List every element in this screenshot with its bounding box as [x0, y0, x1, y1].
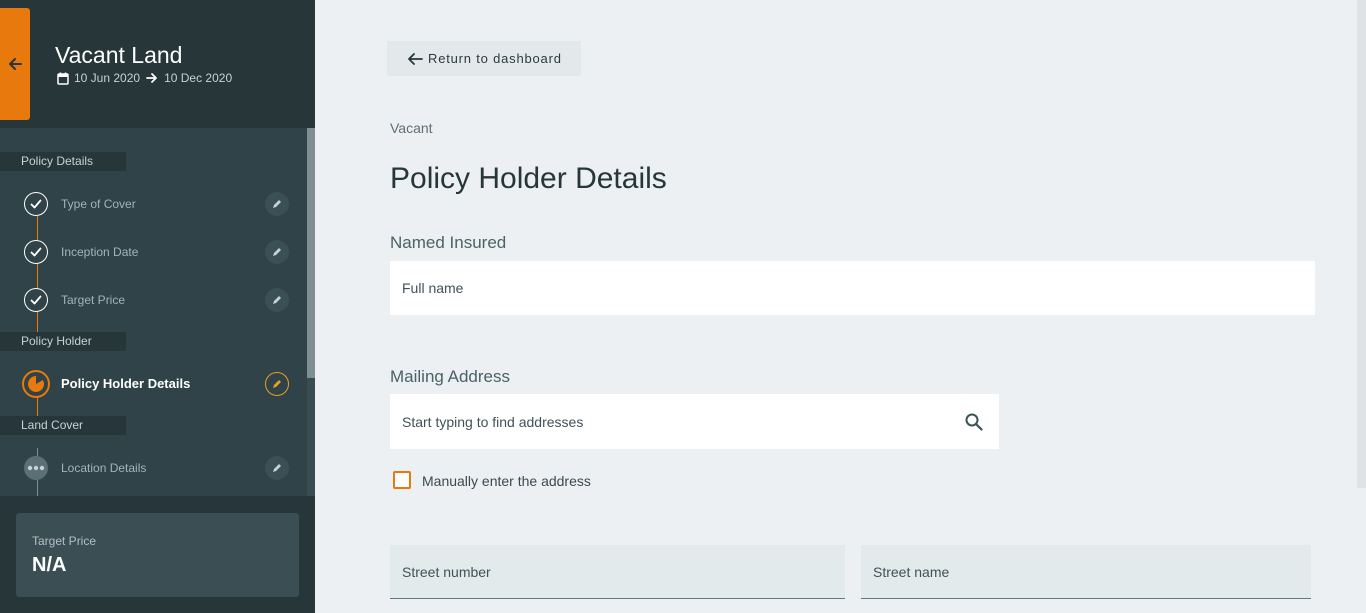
street-name-field[interactable]: Street name — [861, 545, 1311, 599]
sidebar-summary: Target Price N/A — [0, 496, 315, 613]
target-price-card: Target Price N/A — [16, 513, 299, 597]
target-price-label: Target Price — [32, 534, 97, 548]
street-number-placeholder: Street number — [402, 563, 491, 580]
address-search-placeholder: Start typing to find addresses — [402, 413, 584, 430]
return-label: Return to dashboard — [428, 51, 562, 66]
check-icon — [24, 240, 48, 264]
pencil-icon[interactable] — [265, 240, 289, 264]
arrow-right-icon — [146, 73, 157, 83]
page-title: Policy Holder Details — [390, 162, 667, 195]
street-number-field[interactable]: Street number — [390, 545, 845, 599]
sidebar: Vacant Land 10 Jun 2020 10 Dec 2020 Poli… — [0, 0, 315, 613]
date-end: 10 Dec 2020 — [164, 71, 233, 85]
step-target-price[interactable]: Target Price — [0, 285, 307, 315]
date-start: 10 Jun 2020 — [74, 71, 141, 85]
policy-dates: 10 Jun 2020 10 Dec 2020 — [57, 71, 232, 85]
arrow-left-icon — [9, 58, 22, 70]
full-name-placeholder: Full name — [402, 280, 464, 296]
pencil-icon[interactable] — [265, 288, 289, 312]
pencil-icon[interactable] — [265, 372, 289, 396]
section-policy-holder: Policy Holder — [0, 332, 126, 351]
step-label: Inception Date — [61, 245, 139, 259]
sidebar-scrollbar[interactable] — [307, 128, 315, 496]
street-name-placeholder: Street name — [873, 563, 950, 580]
section-land-cover: Land Cover — [0, 416, 126, 435]
address-search-input[interactable]: Start typing to find addresses — [390, 394, 999, 449]
step-label: Type of Cover — [61, 197, 136, 211]
return-to-dashboard-button[interactable]: Return to dashboard — [387, 41, 581, 76]
check-icon — [24, 192, 48, 216]
calendar-icon — [57, 72, 69, 85]
breadcrumb: Vacant — [390, 120, 433, 136]
pencil-icon[interactable] — [265, 192, 289, 216]
check-icon — [24, 288, 48, 312]
section-policy-details: Policy Details — [0, 152, 126, 171]
step-list: Policy Details Type of Cover Inception D… — [0, 128, 307, 496]
more-icon — [24, 456, 48, 480]
arrow-left-icon — [408, 52, 423, 65]
step-location-details[interactable]: Location Details — [0, 453, 307, 483]
step-type-of-cover[interactable]: Type of Cover — [0, 189, 307, 219]
step-inception-date[interactable]: Inception Date — [0, 237, 307, 267]
manual-address-checkbox[interactable] — [393, 471, 411, 489]
sidebar-scroll-thumb[interactable] — [307, 128, 315, 378]
mailing-address-heading: Mailing Address — [390, 367, 511, 386]
back-button[interactable] — [0, 8, 30, 120]
step-label: Location Details — [61, 461, 147, 475]
full-name-field[interactable]: Full name — [390, 261, 1315, 315]
target-price-value: N/A — [32, 554, 67, 576]
sidebar-header: Vacant Land 10 Jun 2020 10 Dec 2020 — [0, 0, 315, 128]
named-insured-heading: Named Insured — [390, 233, 507, 252]
step-label: Policy Holder Details — [61, 376, 191, 391]
policy-title: Vacant Land — [55, 42, 183, 68]
pencil-icon[interactable] — [265, 456, 289, 480]
step-policy-holder-details[interactable]: Policy Holder Details — [0, 369, 307, 399]
manual-address-label[interactable]: Manually enter the address — [422, 473, 591, 489]
step-label: Target Price — [61, 293, 126, 307]
search-icon[interactable] — [965, 413, 983, 431]
in-progress-icon — [22, 370, 50, 398]
page-scrollbar[interactable] — [1357, 0, 1366, 488]
